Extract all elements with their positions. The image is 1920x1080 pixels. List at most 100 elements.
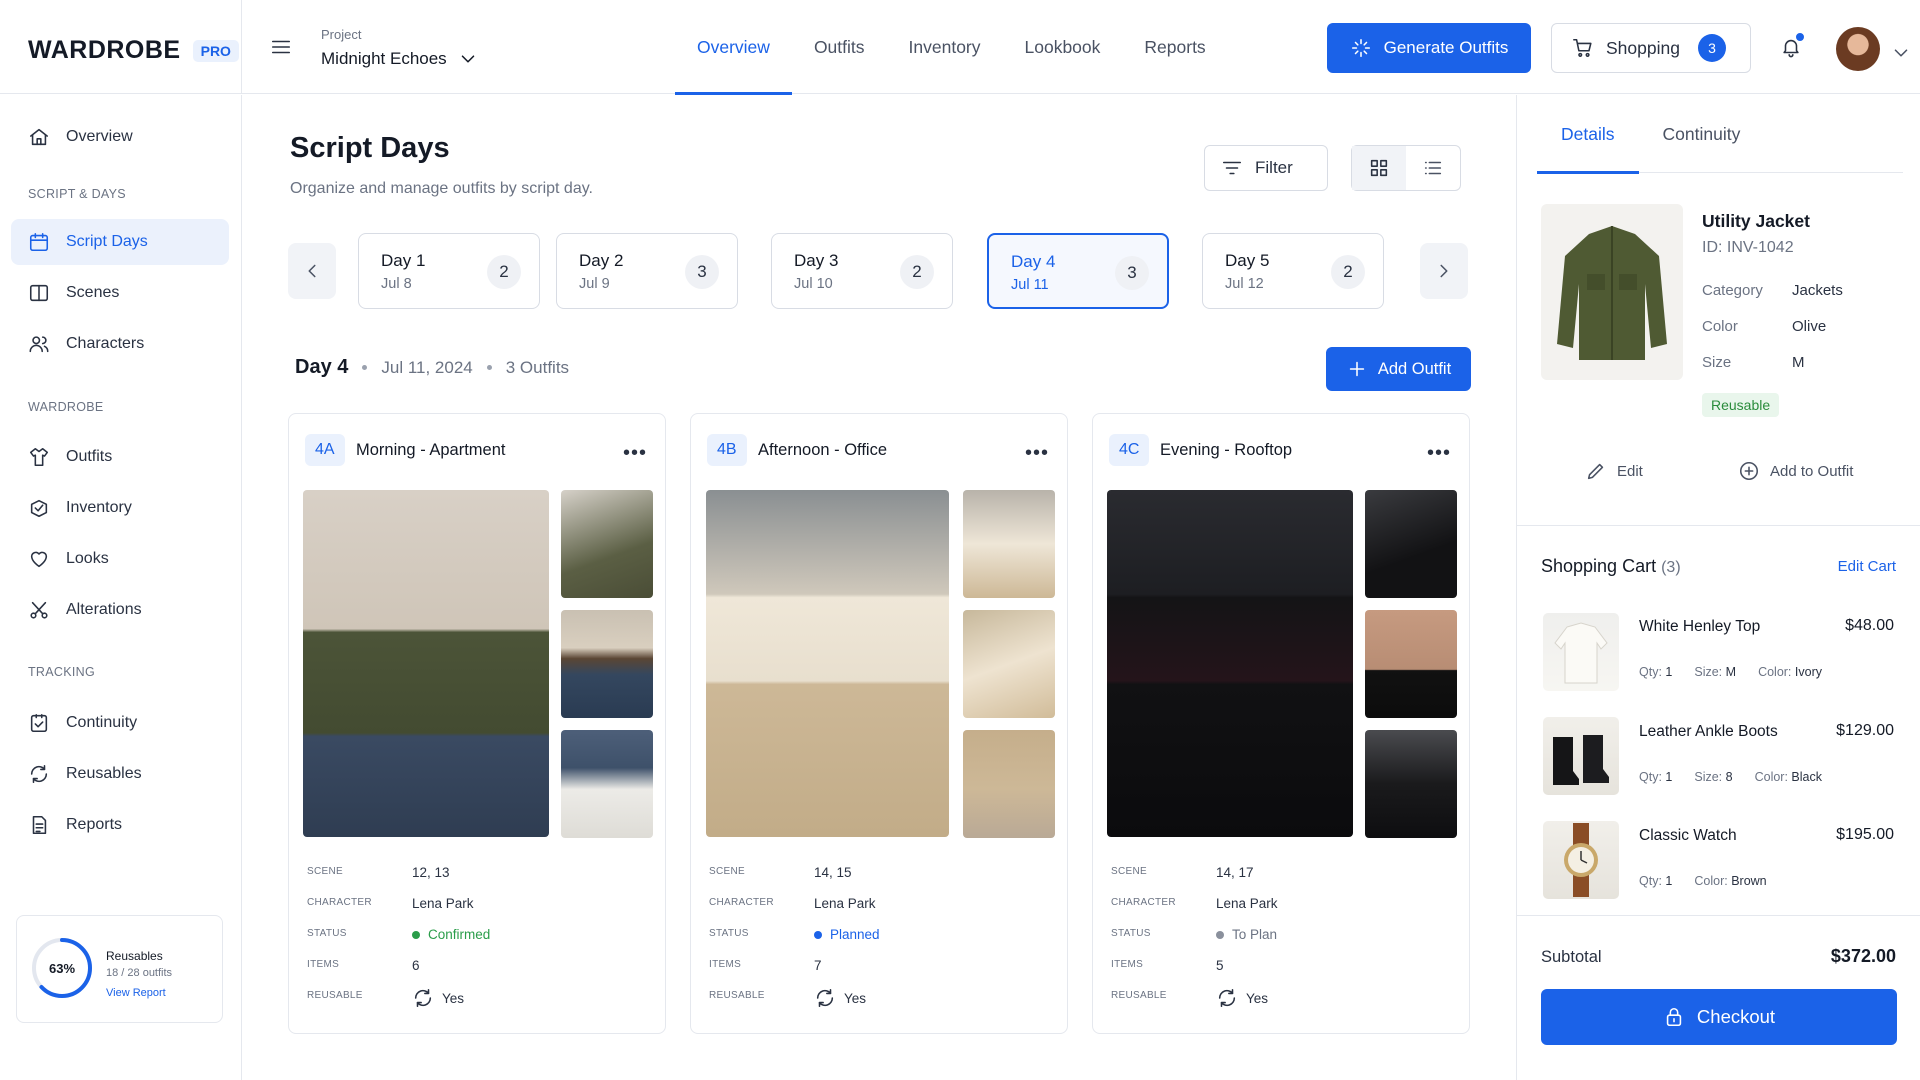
status-value: To Plan	[1216, 927, 1277, 942]
character-key: CHARACTER	[1111, 897, 1176, 908]
size-label: Size:	[1694, 770, 1723, 784]
qty-value: 1	[1665, 770, 1673, 784]
color-value: Olive	[1792, 318, 1827, 335]
outfit-thumbnail[interactable]	[1365, 610, 1457, 718]
outfit-main-photo[interactable]	[1107, 490, 1353, 837]
plus-circle-icon	[1739, 461, 1759, 481]
day-name: Day 4	[1011, 252, 1056, 271]
nav-tab-overview[interactable]: Overview	[675, 0, 792, 95]
sidebar-item-scenes[interactable]: Scenes	[11, 270, 229, 316]
day-name: Day 1	[381, 251, 426, 270]
sidebar-item-inventory[interactable]: Inventory	[11, 485, 229, 531]
sidebar-item-overview[interactable]: Overview	[11, 114, 229, 160]
nav-tab-outfits[interactable]: Outfits	[792, 0, 887, 94]
sidebar-item-reusables[interactable]: Reusables	[11, 751, 229, 797]
sidebar-item-looks[interactable]: Looks	[11, 536, 229, 582]
heart-icon	[30, 551, 48, 568]
reusables-title: Reusables	[106, 949, 163, 963]
item-photo[interactable]	[1541, 204, 1683, 380]
outfit-card[interactable]: 4C Evening - Rooftop ••• SCENE 14, 17 CH…	[1092, 413, 1470, 1034]
outfit-thumbnail[interactable]	[963, 490, 1055, 598]
edit-item-button[interactable]: Edit	[1585, 460, 1643, 482]
sidebar-item-reports[interactable]: Reports	[11, 802, 229, 848]
menu-icon[interactable]	[270, 36, 292, 58]
days-next-button[interactable]	[1420, 243, 1468, 299]
character-value: Lena Park	[814, 896, 876, 911]
cart-item-photo[interactable]	[1543, 613, 1619, 691]
outfit-main-photo[interactable]	[706, 490, 949, 837]
project-selector[interactable]: Project Midnight Echoes	[321, 27, 479, 70]
summary-outfit-count: 3 Outfits	[505, 357, 570, 377]
sidebar-item-label: Characters	[66, 335, 145, 352]
outfit-thumbnail[interactable]	[561, 490, 653, 598]
outfits-icon	[29, 447, 49, 467]
more-options-icon[interactable]: •••	[1025, 442, 1049, 465]
nav-tab-lookbook[interactable]: Lookbook	[1003, 0, 1123, 94]
day-card[interactable]: Day 3 Jul 10 2	[771, 233, 953, 309]
recycle-icon	[414, 988, 432, 1008]
details-tabs: Details Continuity	[1537, 95, 1903, 174]
character-value: Lena Park	[412, 896, 474, 911]
tab-continuity[interactable]: Continuity	[1639, 95, 1765, 173]
outfit-thumbnail[interactable]	[963, 610, 1055, 718]
chevron-down-icon[interactable]	[1890, 42, 1912, 64]
more-options-icon[interactable]: •••	[1427, 442, 1451, 465]
day-card[interactable]: Day 5 Jul 12 2	[1202, 233, 1384, 309]
checkout-button[interactable]: Checkout	[1541, 989, 1897, 1045]
generate-outfits-button[interactable]: Generate Outfits	[1327, 23, 1531, 73]
view-toggle	[1351, 145, 1461, 191]
inventory-icon	[30, 499, 48, 518]
outfit-thumbnail[interactable]	[1365, 730, 1457, 838]
days-prev-button[interactable]	[288, 243, 336, 299]
filter-icon	[1222, 161, 1242, 175]
cart-item-photo[interactable]	[1543, 717, 1619, 795]
reusable-badge: Reusable	[1702, 393, 1780, 417]
sidebar-item-script-days[interactable]: Script Days	[11, 219, 229, 265]
avatar[interactable]	[1836, 27, 1880, 71]
sidebar-item-alterations[interactable]: Alterations	[11, 587, 229, 633]
sidebar-item-continuity[interactable]: Continuity	[11, 700, 229, 746]
color-value: Brown	[1731, 874, 1767, 888]
nav-tab-inventory[interactable]: Inventory	[887, 0, 1003, 94]
report-icon	[32, 815, 47, 835]
edit-cart-link[interactable]: Edit Cart	[1838, 558, 1896, 575]
sidebar-item-label: Reusables	[66, 765, 142, 782]
add-outfit-button[interactable]: Add Outfit	[1326, 347, 1471, 391]
recycle-icon	[816, 988, 834, 1008]
filter-button[interactable]: Filter	[1204, 145, 1328, 191]
continuity-icon	[30, 713, 48, 733]
outfit-thumbnail[interactable]	[561, 610, 653, 718]
cart-item-price: $195.00	[1836, 826, 1894, 843]
day-card[interactable]: Day 1 Jul 8 2	[358, 233, 540, 309]
brand-logo[interactable]: WARDROBE PRO	[28, 36, 239, 65]
status-value: Planned	[814, 927, 880, 942]
nav-tab-reports[interactable]: Reports	[1122, 0, 1227, 94]
item-id: ID: INV-1042	[1702, 239, 1794, 256]
chevron-right-icon	[1440, 264, 1448, 278]
day-outfit-count: 3	[685, 255, 719, 289]
status-text: To Plan	[1232, 927, 1278, 942]
sidebar-item-characters[interactable]: Characters	[11, 321, 229, 367]
outfit-card[interactable]: 4A Morning - Apartment ••• SCENE 12, 13 …	[288, 413, 666, 1034]
scene-value: 14, 15	[814, 865, 852, 880]
outfit-main-photo[interactable]	[303, 490, 549, 837]
view-report-link[interactable]: View Report	[106, 987, 166, 999]
top-bar: WARDROBE PRO Project Midnight Echoes Ove…	[0, 0, 1920, 95]
list-view-button[interactable]	[1406, 146, 1460, 190]
outfit-card[interactable]: 4B Afternoon - Office ••• SCENE 14, 15 C…	[690, 413, 1068, 1034]
shopping-button[interactable]: Shopping 3	[1551, 23, 1751, 73]
notifications-button[interactable]	[1780, 31, 1806, 58]
outfit-thumbnail[interactable]	[963, 730, 1055, 838]
outfit-code: 4A	[305, 434, 345, 466]
sidebar-item-outfits[interactable]: Outfits	[11, 434, 229, 480]
add-to-outfit-button[interactable]: Add to Outfit	[1738, 460, 1853, 482]
day-card[interactable]: Day 2 Jul 9 3	[556, 233, 738, 309]
day-card-selected[interactable]: Day 4 Jul 11 3	[987, 233, 1169, 309]
outfit-thumbnail[interactable]	[1365, 490, 1457, 598]
outfit-thumbnail[interactable]	[561, 730, 653, 838]
grid-view-button[interactable]	[1352, 146, 1406, 190]
tab-details[interactable]: Details	[1537, 95, 1639, 174]
more-options-icon[interactable]: •••	[623, 442, 647, 465]
plus-icon	[1349, 361, 1365, 377]
cart-item-photo[interactable]	[1543, 821, 1619, 899]
